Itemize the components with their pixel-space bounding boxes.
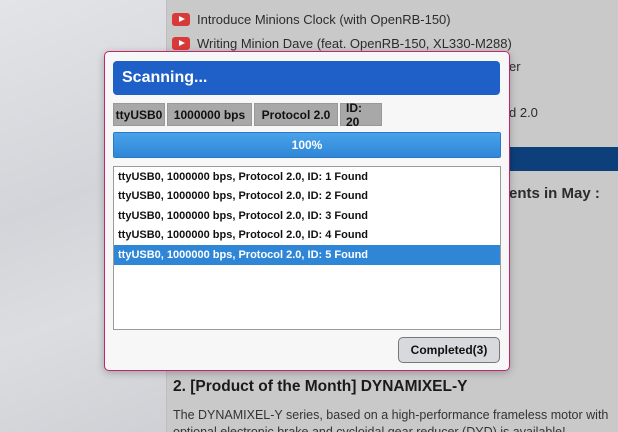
video-title: Writing Minion Dave (feat. OpenRB-150, X… bbox=[197, 35, 512, 51]
completed-button[interactable]: Completed(3) bbox=[398, 337, 500, 363]
scan-results-list[interactable]: ttyUSB0, 1000000 bps, Protocol 2.0, ID: … bbox=[113, 166, 501, 330]
dialog-title: Scanning... bbox=[113, 61, 500, 95]
background-text-fragment: d 2.0 bbox=[509, 105, 538, 120]
scan-result-item[interactable]: ttyUSB0, 1000000 bps, Protocol 2.0, ID: … bbox=[114, 206, 500, 226]
scan-dialog: Scanning... ttyUSB0 1000000 bps Protocol… bbox=[104, 51, 510, 371]
section-heading: 2. [Product of the Month] DYNAMIXEL-Y bbox=[173, 378, 468, 395]
video-link-1[interactable]: Introduce Minions Clock (with OpenRB-150… bbox=[172, 9, 451, 29]
video-link-2[interactable]: Writing Minion Dave (feat. OpenRB-150, X… bbox=[172, 33, 512, 53]
youtube-icon bbox=[172, 36, 190, 50]
protocol-tag: Protocol 2.0 bbox=[254, 103, 338, 126]
youtube-icon bbox=[172, 12, 190, 26]
scan-result-item[interactable]: ttyUSB0, 1000000 bps, Protocol 2.0, ID: … bbox=[114, 187, 500, 207]
scan-progress-bar: 100% bbox=[113, 132, 501, 158]
scan-result-item[interactable]: ttyUSB0, 1000000 bps, Protocol 2.0, ID: … bbox=[114, 167, 500, 187]
scan-result-item[interactable]: ttyUSB0, 1000000 bps, Protocol 2.0, ID: … bbox=[114, 245, 500, 265]
background-banner bbox=[505, 147, 618, 171]
background-heading-fragment: ents in May : bbox=[509, 185, 600, 202]
video-title: Introduce Minions Clock (with OpenRB-150… bbox=[197, 11, 451, 27]
background-text-fragment: er bbox=[509, 59, 521, 74]
id-tag: ID: 20 bbox=[340, 101, 382, 129]
scan-parameters: ttyUSB0 1000000 bps Protocol 2.0 ID: 20 bbox=[113, 101, 382, 129]
scan-result-item[interactable]: ttyUSB0, 1000000 bps, Protocol 2.0, ID: … bbox=[114, 226, 500, 246]
baudrate-tag: 1000000 bps bbox=[167, 103, 252, 126]
port-tag: ttyUSB0 bbox=[113, 103, 165, 126]
progress-label: 100% bbox=[291, 138, 323, 152]
section-text: The DYNAMIXEL-Y series, based on a high-… bbox=[173, 408, 609, 432]
